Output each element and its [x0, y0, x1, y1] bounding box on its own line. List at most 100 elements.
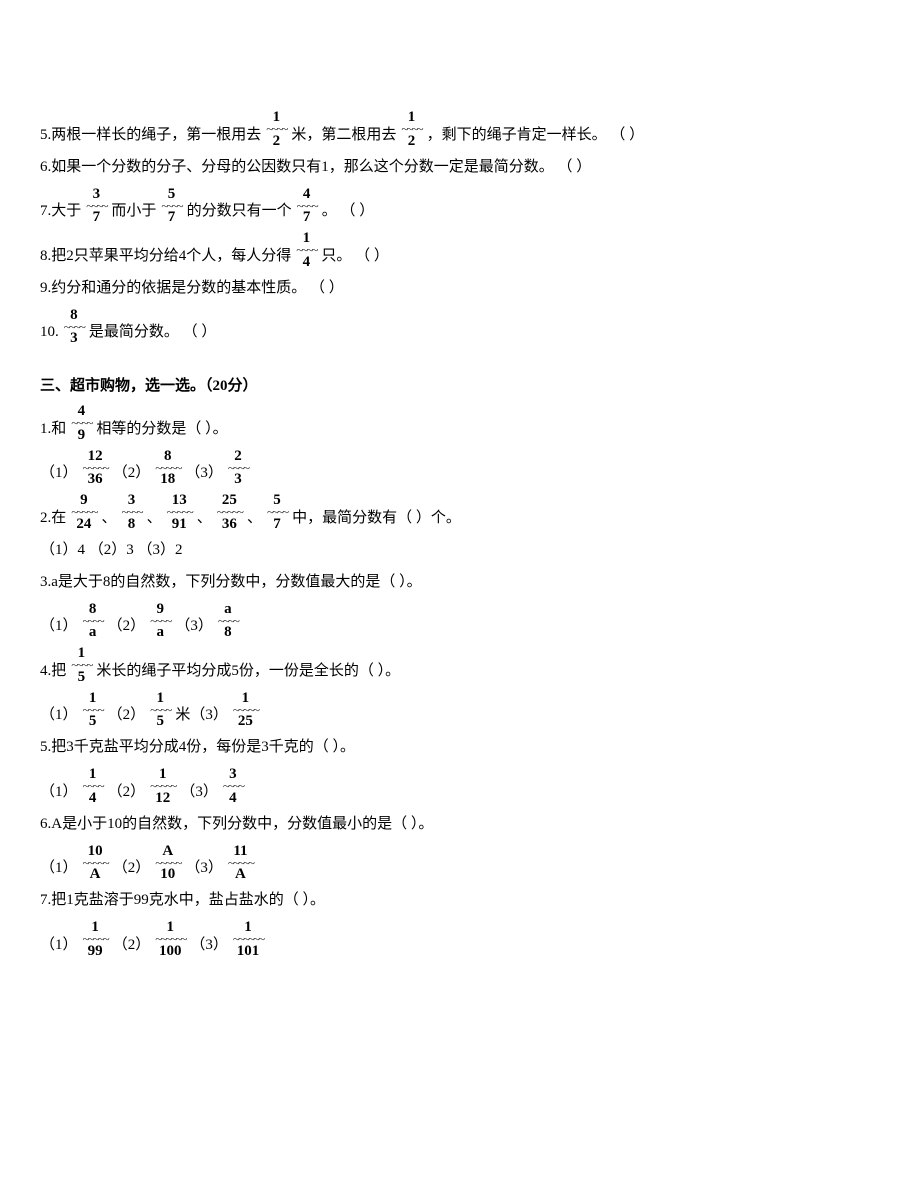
question-9: 9.约分和通分的依据是分数的基本性质。 （ ）: [40, 276, 880, 302]
q8-text-2: 只。 （ ）: [321, 244, 389, 270]
opt-label-1: （1）: [40, 703, 78, 729]
opt-label-3: （3）: [185, 856, 223, 882]
fraction: 1 ~~~~ 5: [68, 646, 94, 685]
s3-q2: 2.在 9 ~~~~~ 24 、 3 ~~~~ 8 、 13 ~~~~~ 91 …: [40, 493, 880, 532]
frac-den: 12: [155, 790, 170, 806]
opt-label-3: （3）: [190, 933, 228, 959]
q9-text: 9.约分和通分的依据是分数的基本性质。 （ ）: [40, 276, 344, 302]
frac-den: 25: [238, 713, 253, 729]
frac-den: 5: [156, 713, 164, 729]
q5-text-3: ，剩下的绳子肯定一样长。 （ ）: [427, 123, 645, 149]
sep: 、: [197, 506, 212, 532]
opt-label-1: （1）: [40, 780, 78, 806]
sep: 、: [101, 506, 116, 532]
opt-label-2: （2）: [108, 614, 146, 640]
s1-text-2: 相等的分数是（ ）。: [96, 417, 227, 443]
opt-label-3: （3）: [185, 461, 223, 487]
fraction: 5 ~~~~ 7: [158, 187, 184, 226]
frac-den: a: [89, 624, 97, 640]
question-5: 5.两根一样长的绳子，第一根用去 1 ~~~~ 2 米，第二根用去 1 ~~~~…: [40, 110, 880, 149]
opt-label-1: （1）: [40, 461, 78, 487]
fraction: 1 ~~~~~ 12: [147, 767, 178, 806]
s3-q4: 4.把 1 ~~~~ 5 米长的绳子平均分成5份，一份是全长的（ ）。: [40, 646, 880, 685]
opt-label-2: （2）: [113, 933, 151, 959]
frac-den: 8: [224, 624, 232, 640]
s3-q3: 3.a是大于8的自然数，下列分数中，分数值最大的是（ ）。: [40, 570, 880, 596]
s7-q: 7.把1克盐溶于99克水中，盐占盐水的（ ）。: [40, 888, 325, 914]
s3-q1: 1.和 4 ~~~~ 9 相等的分数是（ ）。: [40, 404, 880, 443]
fraction: 3 ~~~~ 8: [118, 493, 144, 532]
frac-den: 7: [303, 209, 311, 225]
opt-label-1: （1）: [40, 856, 78, 882]
fraction: 1 ~~~~~ 99: [80, 920, 111, 959]
frac-den: 100: [159, 943, 182, 959]
s3-q1-options: （1） 12 ~~~~~ 36 （2） 8 ~~~~~ 18 （3） 2 ~~~…: [40, 449, 880, 488]
frac-den: A: [235, 866, 246, 882]
fraction: 1 ~~~~~~ 100: [152, 920, 188, 959]
sep: 、: [247, 506, 262, 532]
s3-q6-options: （1） 10 ~~~~~ A （2） A ~~~~~ 10 （3） 11 ~~~…: [40, 844, 880, 883]
q10-text-2: 是最简分数。 （ ）: [89, 320, 217, 346]
fraction: 8 ~~~~~ 18: [152, 449, 183, 488]
fraction: 8 ~~~~ 3: [61, 308, 87, 347]
fraction: 5 ~~~~ 7: [264, 493, 290, 532]
fraction: 9 ~~~~~ 24: [68, 493, 99, 532]
q8-text-1: 8.把2只苹果平均分给4个人，每人分得: [40, 244, 291, 270]
question-10: 10. 8 ~~~~ 3 是最简分数。 （ ）: [40, 308, 880, 347]
s3-q7: 7.把1克盐溶于99克水中，盐占盐水的（ ）。: [40, 888, 880, 914]
opt-label-1: （1）: [40, 614, 78, 640]
fraction: 12 ~~~~~ 36: [80, 449, 111, 488]
fraction: 1 ~~~~~ 25: [230, 691, 261, 730]
question-7: 7.大于 3 ~~~~ 7 而小于 5 ~~~~ 7 的分数只有一个 4 ~~~…: [40, 187, 880, 226]
frac-den: 99: [88, 943, 103, 959]
frac-den: 91: [172, 516, 187, 532]
s3-q: 3.a是大于8的自然数，下列分数中，分数值最大的是（ ）。: [40, 570, 422, 596]
q7-text-4: 。 （ ）: [322, 199, 375, 225]
fraction: 1 ~~~~ 2: [263, 110, 289, 149]
frac-den: 5: [89, 713, 97, 729]
frac-den: 7: [273, 516, 281, 532]
frac-den: 2: [408, 133, 416, 149]
s4-text-1: 4.把: [40, 659, 66, 685]
opt-label-3: （3）: [180, 780, 218, 806]
sep: 、: [147, 506, 162, 532]
question-8: 8.把2只苹果平均分给4个人，每人分得 1 ~~~~ 4 只。 （ ）: [40, 231, 880, 270]
fraction: 4 ~~~~ 7: [294, 187, 320, 226]
opt-label-2: （2）: [108, 703, 146, 729]
q7-text-1: 7.大于: [40, 199, 81, 225]
frac-den: 7: [168, 209, 176, 225]
fraction: 2 ~~~~ 3: [225, 449, 251, 488]
opt-label-3: （3）: [190, 703, 228, 729]
frac-den: A: [90, 866, 101, 882]
s4-text-2: 米长的绳子平均分成5份，一份是全长的（ ）。: [96, 659, 400, 685]
frac-den: 36: [88, 471, 103, 487]
s3-q5-options: （1） 1 ~~~~ 4 （2） 1 ~~~~~ 12 （3） 3 ~~~~ 4: [40, 767, 880, 806]
frac-den: 24: [76, 516, 91, 532]
fraction: 13 ~~~~~ 91: [164, 493, 195, 532]
s2-text-2: 中，最简分数有（ ）个。: [292, 506, 461, 532]
s3-q2-options: （1）4 （2）3 （3）2: [40, 538, 880, 564]
s3-q3-options: （1） 8 ~~~~ a （2） 9 ~~~~ a （3） a ~~~~ 8: [40, 602, 880, 641]
opt-label-1: （1）: [40, 933, 78, 959]
frac-den: 4: [89, 790, 97, 806]
q7-text-2: 而小于: [111, 199, 156, 225]
fraction: 10 ~~~~~ A: [80, 844, 111, 883]
section-3-title: 三、超市购物，选一选。（20分）: [40, 374, 880, 398]
frac-den: 3: [234, 471, 242, 487]
frac-den: a: [156, 624, 164, 640]
fraction: 11 ~~~~~ A: [225, 844, 256, 883]
q10-text-1: 10.: [40, 320, 59, 346]
fraction: 1 ~~~~ 4: [293, 231, 319, 270]
s5-q: 5.把3千克盐平均分成4份，每份是3千克的（ ）。: [40, 735, 355, 761]
worksheet-page: 5.两根一样长的绳子，第一根用去 1 ~~~~ 2 米，第二根用去 1 ~~~~…: [0, 0, 920, 1191]
frac-den: 2: [273, 133, 281, 149]
s6-q: 6.A是小于10的自然数，下列分数中，分数值最小的是（ ）。: [40, 812, 433, 838]
frac-den: 9: [78, 427, 86, 443]
s2-opts: （1）4 （2）3 （3）2: [40, 538, 183, 564]
fraction: 8 ~~~~ a: [80, 602, 106, 641]
s3-q5: 5.把3千克盐平均分成4份，每份是3千克的（ ）。: [40, 735, 880, 761]
fraction: 25 ~~~~~ 36: [214, 493, 245, 532]
s1-text-1: 1.和: [40, 417, 66, 443]
s3-q7-options: （1） 1 ~~~~~ 99 （2） 1 ~~~~~~ 100 （3） 1 ~~…: [40, 920, 880, 959]
frac-den: 4: [229, 790, 237, 806]
